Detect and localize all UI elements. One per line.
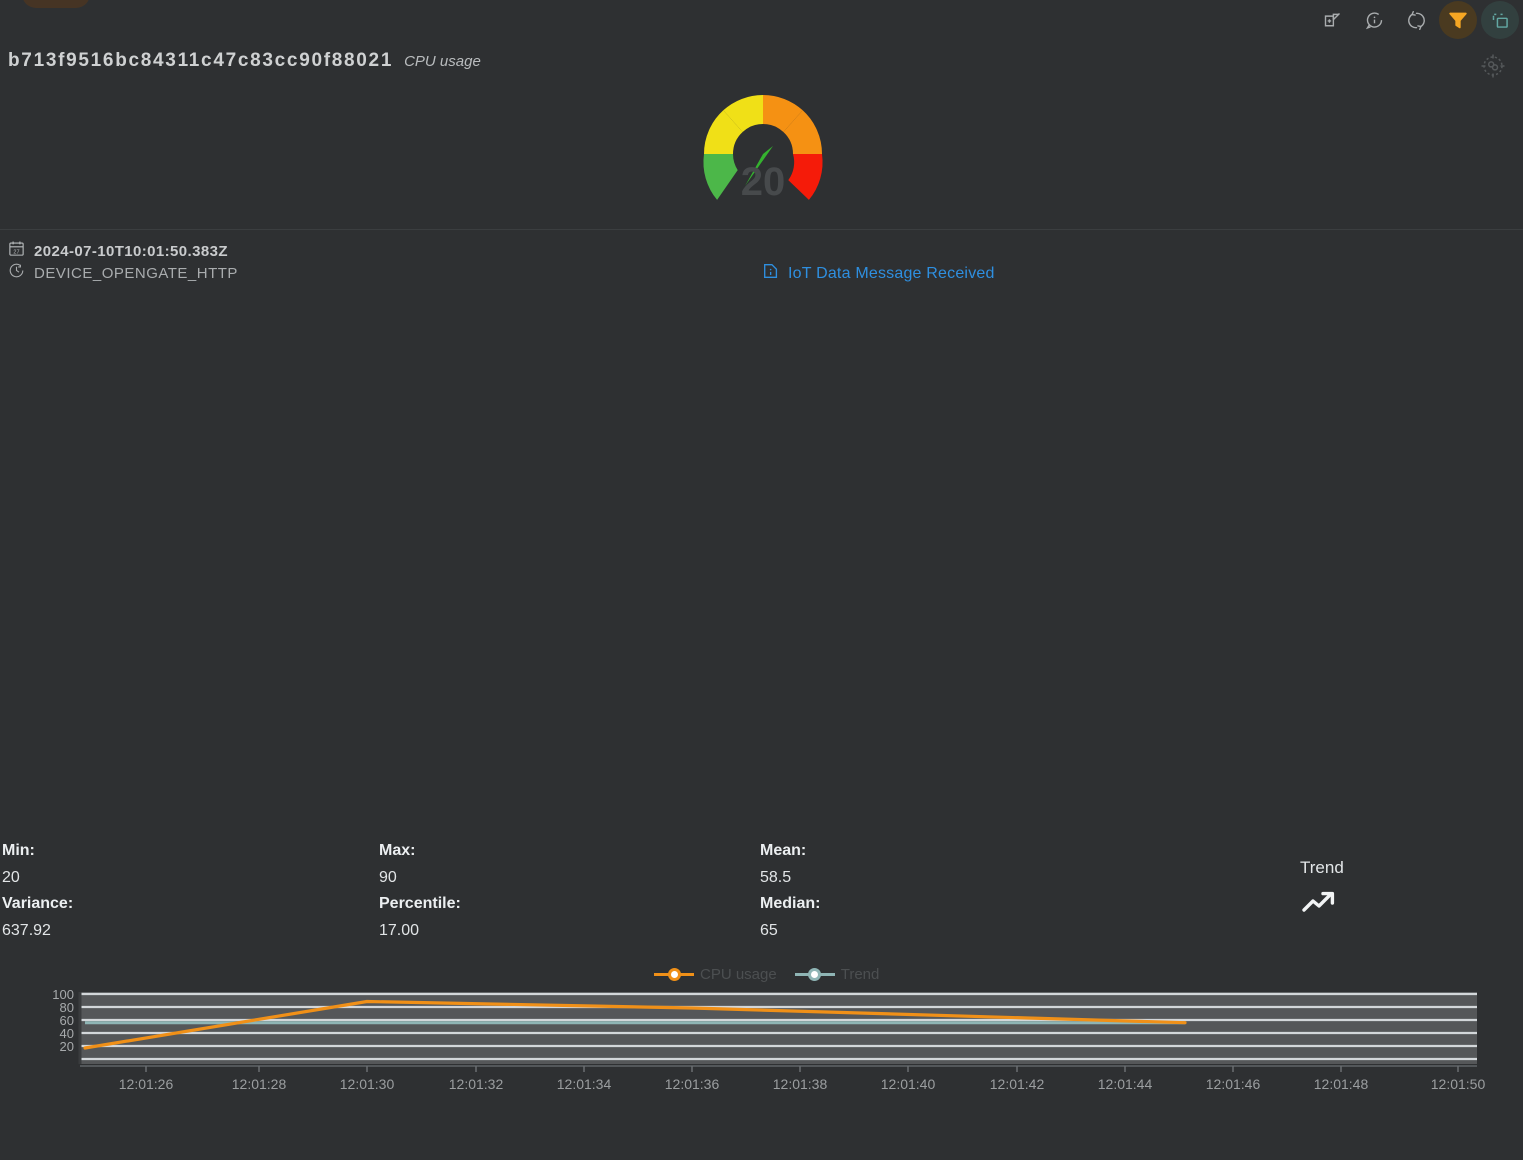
stats-column-0: Min: 20 Variance: 637.92 [2, 838, 73, 944]
stat-value: 58.5 [760, 869, 792, 886]
device-id-title: b713f9516bc84311c47c83cc90f88021 [8, 50, 394, 71]
stat-median: Median: 65 [760, 891, 820, 944]
stat-mean: Mean: 58.5 [760, 838, 820, 891]
svg-text:27: 27 [13, 250, 19, 256]
statistics-section: Min: 20 Variance: 637.92 Max: 90 Percent… [0, 838, 1523, 948]
stat-label: Median: [760, 895, 821, 912]
gauge-svg [703, 94, 823, 200]
chart-plot-area: 100 80 60 40 20 12:01:26 12:01:28 12:01:… [52, 987, 1486, 1092]
svg-text:12:01:26: 12:01:26 [119, 1076, 174, 1092]
stat-label: Min: [2, 842, 35, 859]
legend-label: CPU usage [700, 965, 777, 983]
message-document-icon [762, 262, 780, 285]
chart-legend: CPU usage Trend [654, 963, 879, 985]
svg-text:20: 20 [60, 1039, 74, 1054]
plot-background [80, 992, 1477, 1064]
stat-variance: Variance: 637.92 [2, 891, 73, 944]
svg-text:12:01:40: 12:01:40 [881, 1076, 936, 1092]
info-icon[interactable] [1355, 1, 1393, 39]
legend-label: Trend [840, 965, 880, 983]
gauge-needle [745, 146, 773, 186]
stat-value: 20 [2, 869, 20, 886]
stat-percentile: Percentile: 17.00 [379, 891, 461, 944]
iot-message-text: IoT Data Message Received [788, 264, 995, 282]
stat-label: Max: [379, 842, 416, 859]
panel-title-row: b713f9516bc84311c47c83cc90f88021 CPU usa… [8, 50, 481, 72]
stats-column-1: Max: 90 Percentile: 17.00 [379, 838, 461, 944]
filter-icon[interactable] [1439, 1, 1477, 39]
refresh-icon[interactable] [1397, 1, 1435, 39]
stat-label: Variance: [2, 895, 74, 912]
svg-text:12:01:34: 12:01:34 [557, 1076, 612, 1092]
y-axis-labels: 100 80 60 40 20 [52, 987, 74, 1054]
settings-target-icon[interactable] [1474, 47, 1512, 85]
svg-text:12:01:28: 12:01:28 [232, 1076, 287, 1092]
svg-text:12:01:36: 12:01:36 [665, 1076, 720, 1092]
svg-text:12:01:32: 12:01:32 [449, 1076, 504, 1092]
calendar-icon: 27 [8, 240, 25, 262]
svg-text:12:01:30: 12:01:30 [340, 1076, 395, 1092]
trend-label: Trend [1300, 858, 1344, 877]
stat-label: Mean: [760, 842, 807, 859]
panel-toolbar [1313, 0, 1519, 40]
timestamp-row: 27 2024-07-10T10:01:50.383Z [8, 240, 238, 262]
panel-root: b713f9516bc84311c47c83cc90f88021 CPU usa… [0, 0, 1523, 1160]
stat-value: 17.00 [379, 922, 420, 939]
metric-name-label: CPU usage [404, 53, 481, 70]
gauge-segment-green [703, 154, 738, 200]
corner-accent-shape [22, 0, 90, 8]
duplicate-icon[interactable] [1481, 1, 1519, 39]
section-divider [0, 229, 1523, 230]
device-source-row: DEVICE_OPENGATE_HTTP [8, 262, 238, 284]
stat-max: Max: 90 [379, 838, 461, 891]
stat-label: Percentile: [379, 895, 461, 912]
stat-value: 65 [760, 922, 778, 939]
legend-item-trend[interactable]: Trend [794, 965, 880, 983]
legend-marker-trend [794, 965, 835, 983]
stat-value: 90 [379, 869, 397, 886]
trend-up-arrow-icon [1300, 891, 1340, 920]
timeseries-chart: CPU usage Trend 100 80 60 40 20 12:01:26… [0, 958, 1523, 1108]
svg-text:12:01:50: 12:01:50 [1431, 1076, 1486, 1092]
trend-indicator: Trend [1300, 858, 1420, 921]
cpu-usage-gauge: 20 [697, 88, 829, 213]
legend-item-cpu-usage[interactable]: CPU usage [654, 965, 777, 983]
svg-text:12:01:42: 12:01:42 [990, 1076, 1045, 1092]
svg-text:12:01:38: 12:01:38 [773, 1076, 828, 1092]
event-meta-block: 27 2024-07-10T10:01:50.383Z DEVICE_OPENG… [8, 240, 238, 284]
clock-icon [8, 262, 25, 284]
stats-column-2: Mean: 58.5 Median: 65 [760, 838, 820, 944]
export-icon[interactable] [1313, 1, 1351, 39]
gauge-segment-red [788, 154, 823, 200]
legend-marker-cpu-usage [654, 965, 694, 983]
svg-text:12:01:46: 12:01:46 [1206, 1076, 1261, 1092]
event-timestamp: 2024-07-10T10:01:50.383Z [34, 242, 228, 260]
svg-text:12:01:48: 12:01:48 [1314, 1076, 1369, 1092]
stat-value: 637.92 [2, 922, 51, 939]
iot-message-link[interactable]: IoT Data Message Received [762, 262, 995, 285]
svg-text:12:01:44: 12:01:44 [1098, 1076, 1153, 1092]
stat-min: Min: 20 [2, 838, 73, 891]
device-source-label: DEVICE_OPENGATE_HTTP [34, 264, 238, 282]
x-axis-labels: 12:01:26 12:01:28 12:01:30 12:01:32 12:0… [119, 1076, 1486, 1092]
